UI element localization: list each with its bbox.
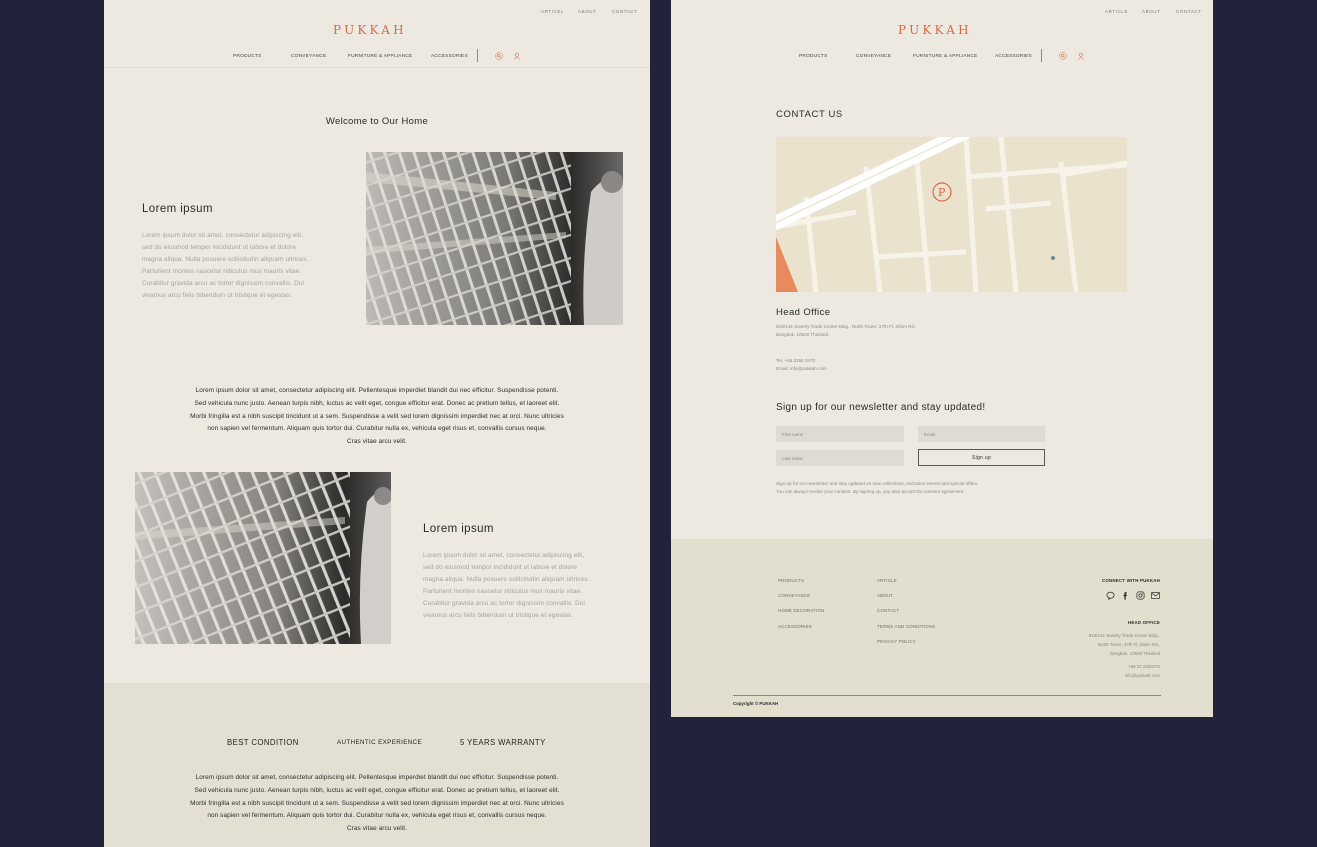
nav-item-conveyance[interactable]: CONVEYANCE — [291, 54, 326, 59]
nav-item-products[interactable]: PRODUCTS — [233, 54, 262, 59]
nav-item-furniture[interactable]: FURNITURE & APPLIANCE — [348, 54, 412, 59]
top-link-contact[interactable]: CONTACT — [1176, 9, 1202, 14]
footer-link-privacy[interactable]: PRIVACY POLICY — [877, 639, 916, 644]
email-field[interactable]: Email — [918, 426, 1045, 442]
search-icon[interactable] — [494, 51, 503, 60]
head-office-contact: Tel. +66 2258 3470 Email: info@pukkah.co… — [776, 357, 827, 374]
features-paragraph: Lorem ipsum dolor sit amet, consectetur … — [190, 774, 564, 833]
first-name-field[interactable]: First name — [776, 426, 904, 442]
user-icon[interactable] — [512, 51, 521, 60]
footer-head-office-address: 919/443 Jewelry Trade Center Bldg., Nort… — [1088, 633, 1160, 656]
top-link-article[interactable]: ARTICLE — [1105, 9, 1128, 14]
contact-page: ARTICLE ABOUT CONTACT PUKKAH PRODUCTS CO… — [671, 0, 1213, 717]
nav-item-furniture[interactable]: FURNITURE & APPLIANCE — [913, 54, 977, 59]
copyright-text: Copyright © PUKKAH — [733, 701, 779, 706]
nav-divider — [1041, 49, 1042, 62]
section2-heading: Lorem ipsum — [423, 523, 494, 535]
footer-head-office-title: HEAD OFFICE — [1128, 620, 1160, 625]
footer-email[interactable]: info@pukkah.com — [1125, 671, 1160, 680]
feature-best-condition: BEST CONDITION — [227, 738, 299, 747]
sign-up-button[interactable]: Sign up — [918, 449, 1045, 466]
top-link-about[interactable]: ABOUT — [578, 9, 597, 14]
location-map[interactable]: P — [776, 137, 1127, 292]
nav-item-conveyance[interactable]: CONVEYANCE — [856, 54, 891, 59]
footer-divider — [733, 695, 1161, 696]
footer-contact: +66 02 2563470 info@pukkah.com — [1125, 662, 1160, 680]
logo[interactable]: PUKKAH — [898, 23, 972, 37]
consent-text: Sign up for our newsletter and stay upda… — [776, 481, 979, 495]
top-link-contact[interactable]: CONTACT — [612, 9, 638, 14]
footer-link-products[interactable]: PRODUCTS — [778, 578, 804, 583]
footer-link-about[interactable]: ABOUT — [877, 593, 893, 598]
footer — [671, 539, 1213, 717]
footer-link-accessories[interactable]: ACCESSORIES — [778, 624, 812, 629]
email-text[interactable]: Email: info@pukkah.com — [776, 365, 827, 373]
logo[interactable]: PUKKAH — [333, 23, 407, 37]
head-office-title: Head Office — [776, 307, 831, 318]
home-page: ARTICEL ABOUT CONTACT PUKKAH PRODUCTS CO… — [104, 0, 650, 847]
nav-divider — [477, 49, 478, 62]
footer-phone[interactable]: +66 02 2563470 — [1125, 662, 1160, 671]
newsletter-title: Sign up for our newsletter and stay upda… — [776, 402, 986, 413]
footer-link-terms[interactable]: TERMS AND CONDITIONS — [877, 624, 935, 629]
top-link-article[interactable]: ARTICEL — [541, 9, 564, 14]
section2-body: Lorem ipsum dolor sit amet, consectetur … — [423, 552, 590, 619]
last-name-field[interactable]: Last name — [776, 450, 904, 466]
section1-heading: Lorem ipsum — [142, 203, 213, 215]
section1-body: Lorem ipsum dolor sit amet, consectetur … — [142, 232, 309, 299]
phone-text[interactable]: Tel. +66 2258 3470 — [776, 357, 827, 365]
nav-item-accessories[interactable]: ACCESSORIES — [431, 54, 468, 59]
social-icons — [1106, 591, 1160, 600]
footer-link-conveyance[interactable]: CONVEYANCE — [778, 593, 810, 598]
intro-paragraph: Lorem ipsum dolor sit amet, consectetur … — [190, 387, 564, 446]
connect-title: CONNECT WITH PUKKAH — [1102, 578, 1160, 583]
svg-text:P: P — [938, 186, 946, 199]
contact-title: CONTACT US — [776, 109, 843, 120]
instagram-icon[interactable] — [1136, 591, 1145, 600]
nav-item-products[interactable]: PRODUCTS — [799, 54, 828, 59]
mail-icon[interactable] — [1151, 591, 1160, 600]
header-divider — [104, 67, 650, 68]
user-icon[interactable] — [1076, 51, 1085, 60]
facebook-icon[interactable] — [1121, 591, 1130, 600]
line-icon[interactable] — [1106, 591, 1115, 600]
nav-item-accessories[interactable]: ACCESSORIES — [995, 54, 1032, 59]
feature-authentic-experience: AUTHENTIC EXPERIENCE — [337, 739, 423, 746]
chair-factory-photo — [366, 152, 623, 325]
chair-factory-photo-2 — [135, 472, 391, 644]
welcome-title: Welcome to Our Home — [325, 116, 429, 127]
search-icon[interactable] — [1058, 51, 1067, 60]
feature-warranty: 5 YEARS WARRANTY — [460, 738, 546, 747]
head-office-address: 919/443 Jewelry Trade Center Bldg., Nort… — [776, 324, 917, 338]
footer-link-article[interactable]: ARTICLE — [877, 578, 897, 583]
top-link-about[interactable]: ABOUT — [1142, 9, 1161, 14]
footer-link-contact[interactable]: CONTACT — [877, 608, 899, 613]
footer-link-home-decoration[interactable]: HOME DECORATION — [778, 608, 824, 613]
